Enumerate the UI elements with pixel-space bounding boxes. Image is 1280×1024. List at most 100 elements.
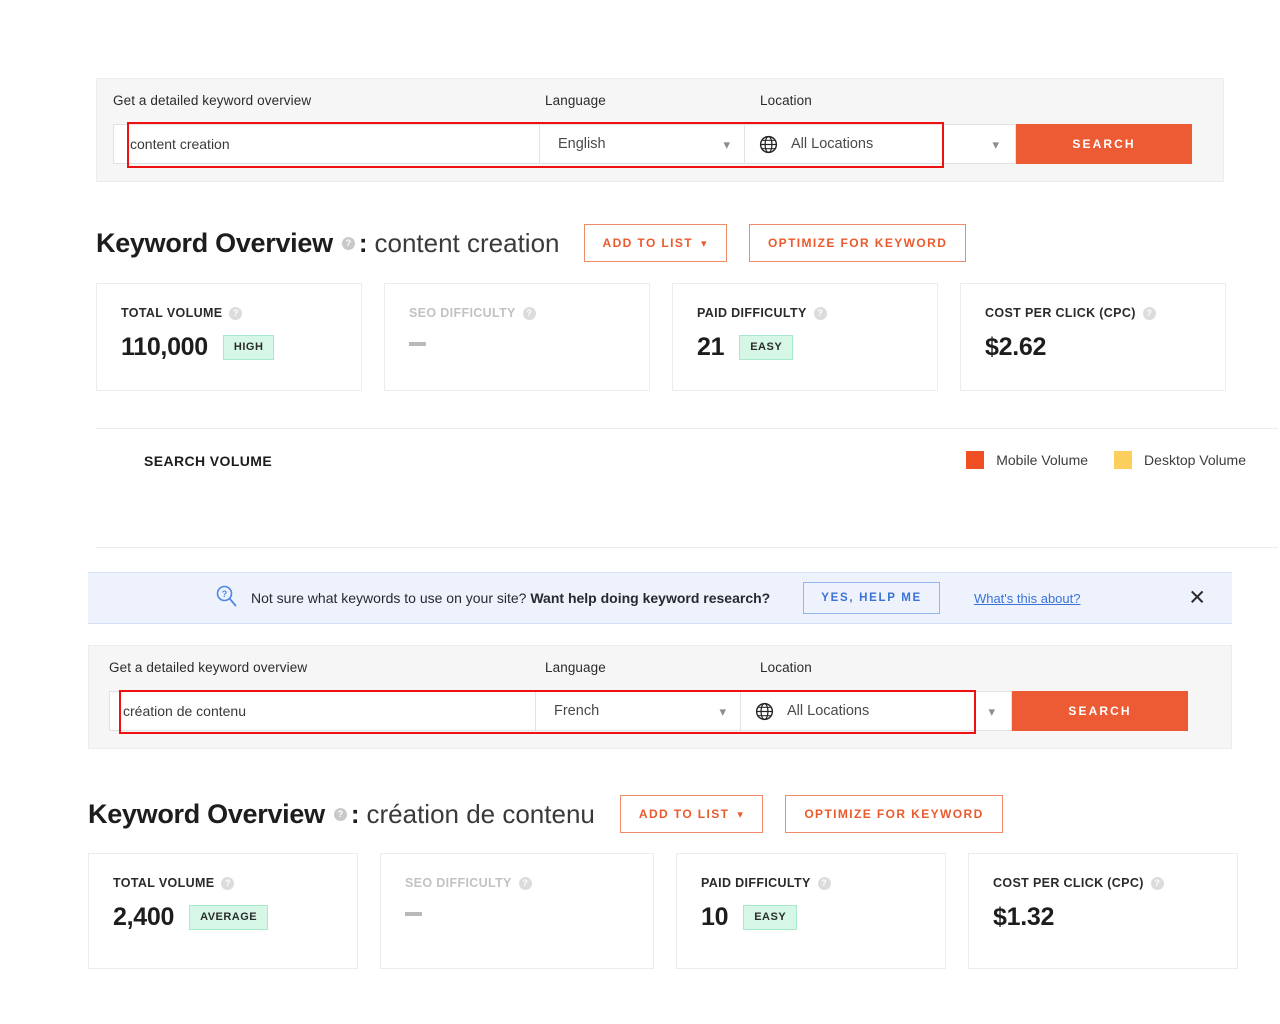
chevron-down-icon: ▾ xyxy=(992,136,999,152)
chart-legend: Mobile Volume Desktop Volume xyxy=(966,451,1246,469)
overview-header-2: Keyword Overview ? : création de contenu… xyxy=(88,795,1003,833)
search-button[interactable]: SEARCH xyxy=(1016,124,1192,164)
banner-text-bold: Want help doing keyword research? xyxy=(530,590,771,606)
metric-value-row: 110,000 HIGH xyxy=(121,333,361,362)
metric-value: 21 xyxy=(697,333,725,361)
add-to-list-label: ADD TO LIST xyxy=(602,236,694,250)
language-select-value: French xyxy=(554,703,600,719)
metric-value-row: $2.62 xyxy=(985,333,1225,362)
keyword-input-value: création de contenu xyxy=(123,703,246,719)
location-field-label: Location xyxy=(760,660,812,675)
status-badge: EASY xyxy=(743,905,798,930)
chevron-down-icon: ▾ xyxy=(701,237,708,250)
metric-value: $1.32 xyxy=(993,903,1055,931)
help-icon[interactable]: ? xyxy=(817,876,831,890)
help-icon[interactable]: ? xyxy=(522,306,536,320)
metric-value-row: 21 EASY xyxy=(697,333,937,362)
metric-card-cpc: COST PER CLICK (CPC) ? $2.62 xyxy=(960,283,1226,391)
legend-item-mobile[interactable]: Mobile Volume xyxy=(966,451,1088,469)
metric-label-text: TOTAL VOLUME xyxy=(113,876,215,890)
keyword-research-banner: ? Not sure what keywords to use on your … xyxy=(88,572,1232,624)
language-select-value: English xyxy=(558,136,606,152)
keyword-input-value: content creation xyxy=(130,136,230,152)
svg-text:?: ? xyxy=(222,589,228,599)
help-icon[interactable]: ? xyxy=(1150,876,1164,890)
location-select-value: All Locations xyxy=(787,703,870,719)
keyword-overview-page: Get a detailed keyword overview Language… xyxy=(0,0,1280,1024)
add-to-list-button[interactable]: ADD TO LIST ▾ xyxy=(583,224,727,262)
whats-this-about-link[interactable]: What's this about? xyxy=(974,591,1081,606)
language-select[interactable]: English ▾ xyxy=(540,124,745,164)
metric-label-text: PAID DIFFICULTY xyxy=(697,306,807,320)
legend-label-desktop: Desktop Volume xyxy=(1144,452,1246,468)
metric-card-total-volume: TOTAL VOLUME ? 2,400 AVERAGE xyxy=(88,853,358,969)
search-question-icon: ? xyxy=(214,584,238,613)
help-icon[interactable]: ? xyxy=(1142,306,1156,320)
keyword-field-label: Get a detailed keyword overview xyxy=(113,93,312,108)
metric-empty-value xyxy=(409,342,426,346)
overview-keyword: content creation xyxy=(374,227,560,258)
metric-card-seo-difficulty: SEO DIFFICULTY ? xyxy=(380,853,654,969)
legend-swatch-mobile xyxy=(966,451,985,469)
optimize-for-keyword-button: OPTIMIZE FOR KEYWORD xyxy=(748,224,967,262)
metric-value: $2.62 xyxy=(985,333,1047,361)
language-select[interactable]: French ▾ xyxy=(536,691,741,731)
status-badge: AVERAGE xyxy=(189,905,269,930)
metric-card-seo-difficulty: SEO DIFFICULTY ? xyxy=(384,283,650,391)
location-select[interactable]: All Locations ▾ xyxy=(745,124,1016,164)
metric-card-paid-difficulty: PAID DIFFICULTY ? 10 EASY xyxy=(676,853,946,969)
search-panel-1: Get a detailed keyword overview Language… xyxy=(96,78,1224,182)
page-title: Keyword Overview xyxy=(88,798,325,829)
add-to-list-button[interactable]: ADD TO LIST ▾ xyxy=(619,795,764,833)
banner-text-plain: Not sure what keywords to use on your si… xyxy=(251,590,531,606)
help-icon[interactable]: ? xyxy=(333,807,347,821)
search-controls-row-2: création de contenu French ▾ All Locatio… xyxy=(109,691,1188,731)
metric-label-text: SEO DIFFICULTY xyxy=(405,876,512,890)
chevron-down-icon: ▾ xyxy=(737,808,745,821)
metric-empty-value xyxy=(405,912,422,916)
keyword-input[interactable]: création de contenu xyxy=(109,691,536,731)
help-icon[interactable]: ? xyxy=(221,876,235,890)
metric-label-text: SEO DIFFICULTY xyxy=(409,306,516,320)
banner-content: ? Not sure what keywords to use on your … xyxy=(214,582,1080,614)
status-badge: EASY xyxy=(739,335,794,360)
help-icon[interactable]: ? xyxy=(813,306,827,320)
location-select[interactable]: All Locations ▾ xyxy=(741,691,1012,731)
status-badge: HIGH xyxy=(222,335,275,360)
close-icon[interactable]: ✕ xyxy=(1188,588,1206,609)
yes-help-me-button[interactable]: YES, HELP ME xyxy=(803,582,940,614)
metric-label: TOTAL VOLUME ? xyxy=(121,306,361,320)
metric-label: SEO DIFFICULTY ? xyxy=(405,876,653,890)
metric-label: TOTAL VOLUME ? xyxy=(113,876,357,890)
overview-header-1: Keyword Overview ? : content creation AD… xyxy=(96,224,967,262)
title-separator: : xyxy=(350,798,360,829)
help-icon[interactable]: ? xyxy=(518,876,532,890)
help-icon[interactable]: ? xyxy=(341,236,355,250)
location-select-value: All Locations xyxy=(791,136,874,152)
chevron-down-icon: ▾ xyxy=(988,703,995,719)
metric-label-text: PAID DIFFICULTY xyxy=(701,876,811,890)
chevron-down-icon: ▾ xyxy=(719,703,726,719)
metric-value: 2,400 xyxy=(113,903,175,931)
overview-keyword: création de contenu xyxy=(366,798,595,829)
legend-label-mobile: Mobile Volume xyxy=(996,452,1089,468)
keyword-field-label: Get a detailed keyword overview xyxy=(109,660,308,675)
metric-value-row: 10 EASY xyxy=(701,903,945,932)
metric-value-row: $1.32 xyxy=(993,903,1237,932)
add-to-list-label: ADD TO LIST xyxy=(638,807,730,821)
keyword-input[interactable]: content creation xyxy=(113,124,540,164)
legend-item-desktop[interactable]: Desktop Volume xyxy=(1114,451,1246,469)
metric-card-paid-difficulty: PAID DIFFICULTY ? 21 EASY xyxy=(672,283,938,391)
help-icon[interactable]: ? xyxy=(229,306,243,320)
metric-label: COST PER CLICK (CPC) ? xyxy=(985,306,1225,320)
metric-value: 110,000 xyxy=(121,333,208,361)
metric-card-cpc: COST PER CLICK (CPC) ? $1.32 xyxy=(968,853,1238,969)
metric-label: COST PER CLICK (CPC) ? xyxy=(993,876,1237,890)
metric-label-text: TOTAL VOLUME xyxy=(121,306,223,320)
location-field-label: Location xyxy=(760,93,812,108)
metric-label: SEO DIFFICULTY ? xyxy=(409,306,649,320)
globe-icon xyxy=(759,135,778,154)
chevron-down-icon: ▾ xyxy=(723,136,730,152)
search-button[interactable]: SEARCH xyxy=(1012,691,1188,731)
language-field-label: Language xyxy=(545,660,606,675)
